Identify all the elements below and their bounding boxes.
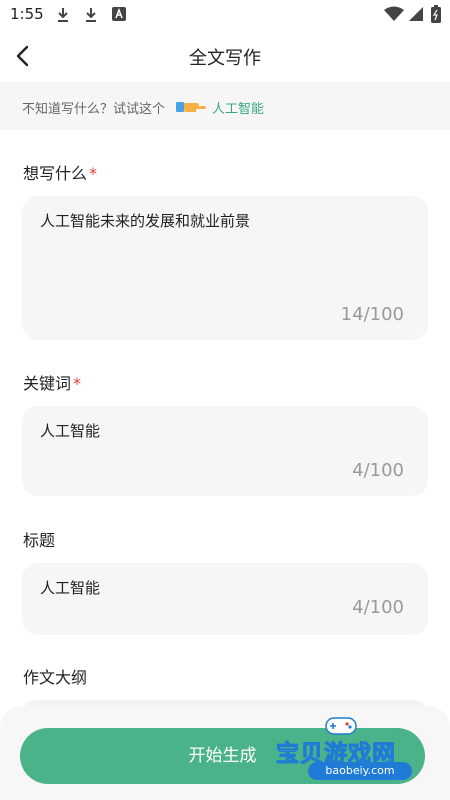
outline-label-text: 作文大纲 xyxy=(23,668,88,687)
download-icon xyxy=(58,8,68,22)
topic-char-count: 14/100 xyxy=(340,304,404,325)
signal-icon xyxy=(409,7,423,21)
wifi-icon xyxy=(384,6,404,21)
status-bar: 1:55 xyxy=(0,0,450,30)
download-icon xyxy=(86,8,96,22)
title-label: 标题 xyxy=(23,527,55,551)
title-char-count: 4/100 xyxy=(352,597,404,618)
required-mark: * xyxy=(73,374,82,393)
pointing-hand-icon xyxy=(176,102,206,112)
required-mark: * xyxy=(89,164,98,183)
page-title: 全文写作 xyxy=(189,48,261,69)
keywords-input[interactable]: 人工智能 4/100 xyxy=(22,406,428,496)
keywords-char-count: 4/100 xyxy=(352,460,404,481)
keywords-label: 关键词 * xyxy=(23,370,81,394)
topic-textarea[interactable]: 人工智能未来的发展和就业前景 14/100 xyxy=(22,196,428,340)
status-time: 1:55 xyxy=(10,5,44,23)
keywords-value: 人工智能 xyxy=(40,422,101,440)
hint-suggestion-link[interactable]: 人工智能 xyxy=(212,98,264,117)
outline-label: 作文大纲 xyxy=(23,664,87,688)
watermark-logo: 宝贝游戏网 baobeiy.com xyxy=(272,714,432,784)
topic-value: 人工智能未来的发展和就业前景 xyxy=(40,212,251,230)
watermark-url: baobeiy.com xyxy=(308,762,412,780)
title-value: 人工智能 xyxy=(40,579,101,597)
a-letter-icon xyxy=(112,7,126,21)
gamepad-icon xyxy=(325,717,357,735)
title-label-text: 标题 xyxy=(23,531,56,550)
title-input[interactable]: 人工智能 4/100 xyxy=(22,563,428,635)
topic-label: 想写什么 * xyxy=(23,160,97,184)
hint-bar: 不知道写什么？试试这个 人工智能 xyxy=(0,82,450,130)
keywords-label-text: 关键词 xyxy=(23,374,72,393)
app-header: 全文写作 xyxy=(0,30,450,82)
topic-label-text: 想写什么 xyxy=(23,164,88,183)
hint-text: 不知道写什么？试试这个 xyxy=(22,102,166,117)
battery-icon xyxy=(431,5,441,23)
